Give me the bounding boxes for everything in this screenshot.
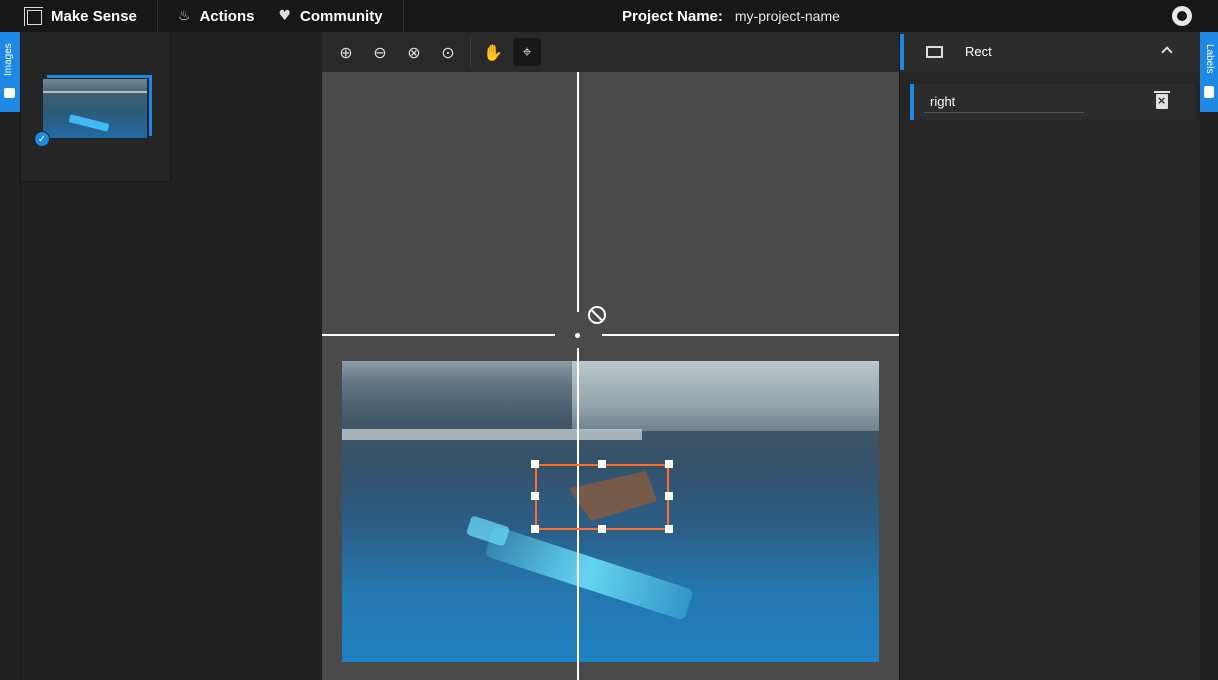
brand[interactable]: Make Sense	[0, 0, 158, 32]
photo-window-area	[572, 361, 879, 431]
rectangle-icon	[926, 46, 943, 58]
not-allowed-cursor-icon	[588, 306, 606, 324]
menu-item-label: Actions	[199, 7, 255, 25]
images-tab-label: Images	[3, 43, 14, 76]
zoom-in-icon[interactable]: ⊕	[332, 38, 360, 66]
delete-label-icon[interactable]	[1154, 91, 1170, 109]
make-sense-logo-icon	[24, 7, 43, 26]
photo-pool-ledge	[342, 429, 642, 440]
bbox-resize-handle[interactable]	[531, 525, 539, 533]
main-menu: ♨ Actions ♥ Community	[158, 0, 404, 32]
top-navigation-bar: Make Sense ♨ Actions ♥ Community Project…	[0, 0, 1218, 32]
editor-toolbar: ⊕ ⊖ ⊗ ⊙ ✋ ⌖	[322, 32, 899, 72]
annotation-canvas[interactable]	[322, 72, 899, 680]
bbox-resize-handle[interactable]	[598, 525, 606, 533]
image-thumbnail-cell[interactable]: ✓	[21, 32, 171, 182]
bbox-resize-handle[interactable]	[665, 525, 673, 533]
crosshair-gap	[577, 312, 579, 330]
camera-icon	[4, 88, 15, 98]
bounding-box-right[interactable]	[535, 464, 669, 530]
photo-light-streak	[484, 525, 694, 621]
section-accent	[900, 34, 904, 70]
bbox-resize-handle[interactable]	[531, 492, 539, 500]
label-accent	[910, 84, 914, 120]
section-title: Rect	[965, 44, 992, 59]
checkmark-icon: ✓	[34, 131, 50, 147]
labels-tab-label: Labels	[1204, 44, 1215, 74]
github-icon[interactable]	[1172, 6, 1192, 26]
label-name-input[interactable]	[924, 90, 1084, 113]
label-row[interactable]	[910, 84, 1194, 120]
menu-item-actions[interactable]: ♨ Actions	[178, 8, 255, 25]
thumbnail-light-streak	[68, 114, 110, 132]
pan-hand-icon[interactable]: ✋	[479, 38, 507, 66]
project-name-label: Project Name:	[622, 7, 723, 25]
flame-icon: ♨	[177, 8, 191, 24]
thumbnail-ledge	[43, 91, 147, 93]
chevron-up-icon[interactable]	[1161, 46, 1173, 58]
crosshair-target-icon[interactable]: ⌖	[513, 38, 541, 66]
bbox-resize-handle[interactable]	[598, 460, 606, 468]
right-side-strip	[1200, 32, 1218, 680]
cursor-dot	[575, 333, 580, 338]
bbox-resize-handle[interactable]	[665, 460, 673, 468]
bbox-resize-handle[interactable]	[665, 492, 673, 500]
menu-item-community[interactable]: ♥ Community	[278, 8, 382, 25]
toolbar-divider	[470, 36, 471, 68]
image-thumbnail[interactable]	[43, 79, 147, 138]
crosshair-horizontal-line	[602, 334, 899, 336]
crosshair-vertical-line	[577, 72, 579, 680]
bbox-resize-handle[interactable]	[531, 460, 539, 468]
labels-panel: Rect	[899, 32, 1201, 680]
menu-item-label: Community	[300, 7, 383, 25]
project-name-section: Project Name: my-project-name	[622, 0, 840, 32]
zoom-fit-icon[interactable]: ⊗	[400, 38, 428, 66]
zoom-actual-icon[interactable]: ⊙	[434, 38, 462, 66]
heart-icon: ♥	[278, 8, 292, 24]
crosshair-horizontal-line	[322, 334, 555, 336]
images-panel: ✓	[20, 32, 322, 680]
zoom-out-icon[interactable]: ⊖	[366, 38, 394, 66]
editor-area: ⊕ ⊖ ⊗ ⊙ ✋ ⌖	[322, 32, 899, 680]
labels-list	[900, 72, 1201, 680]
rect-section-header[interactable]: Rect	[900, 32, 1201, 72]
project-name-input[interactable]: my-project-name	[735, 8, 840, 24]
label-tag-icon	[1204, 86, 1214, 98]
app-title: Make Sense	[51, 7, 137, 25]
